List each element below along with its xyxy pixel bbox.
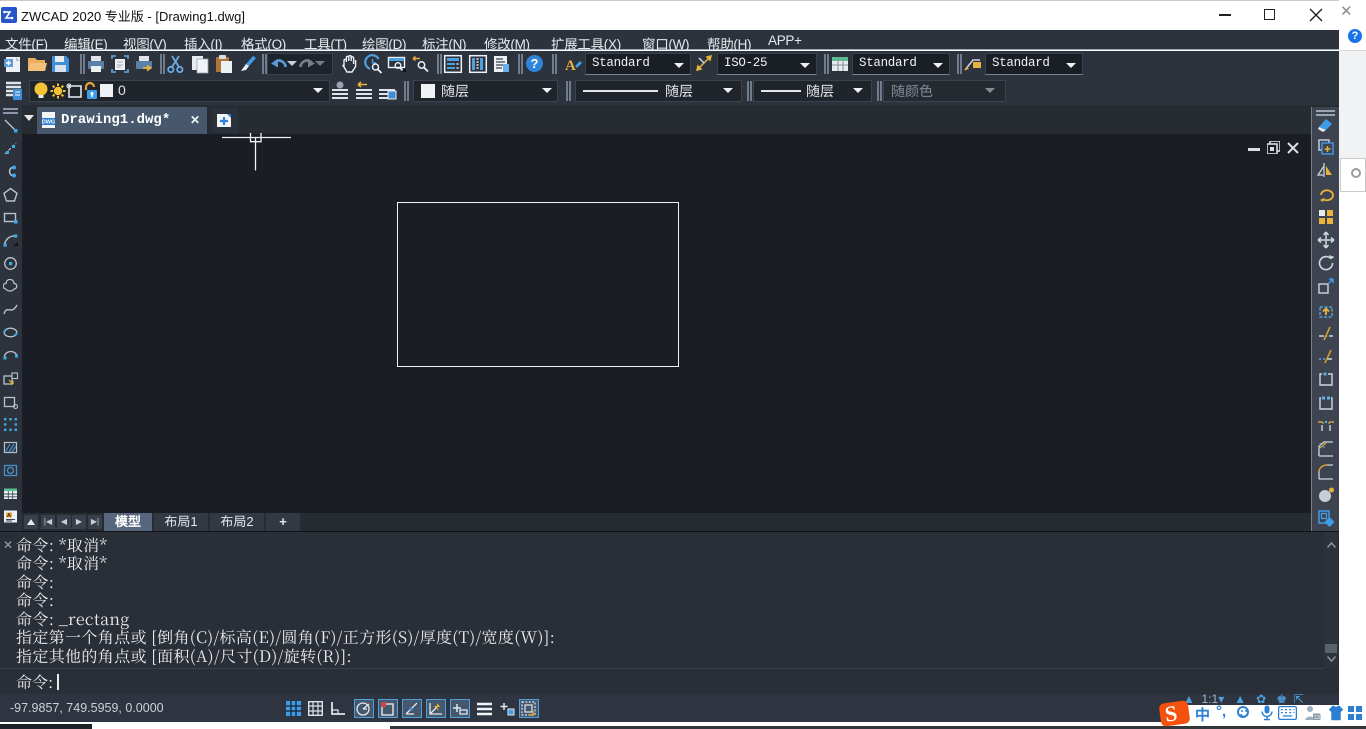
svg-text:DWG: DWG [42, 120, 55, 126]
svg-text:A: A [7, 513, 11, 519]
svg-text:13: 13 [1314, 715, 1320, 721]
svg-text:A: A [565, 58, 576, 74]
